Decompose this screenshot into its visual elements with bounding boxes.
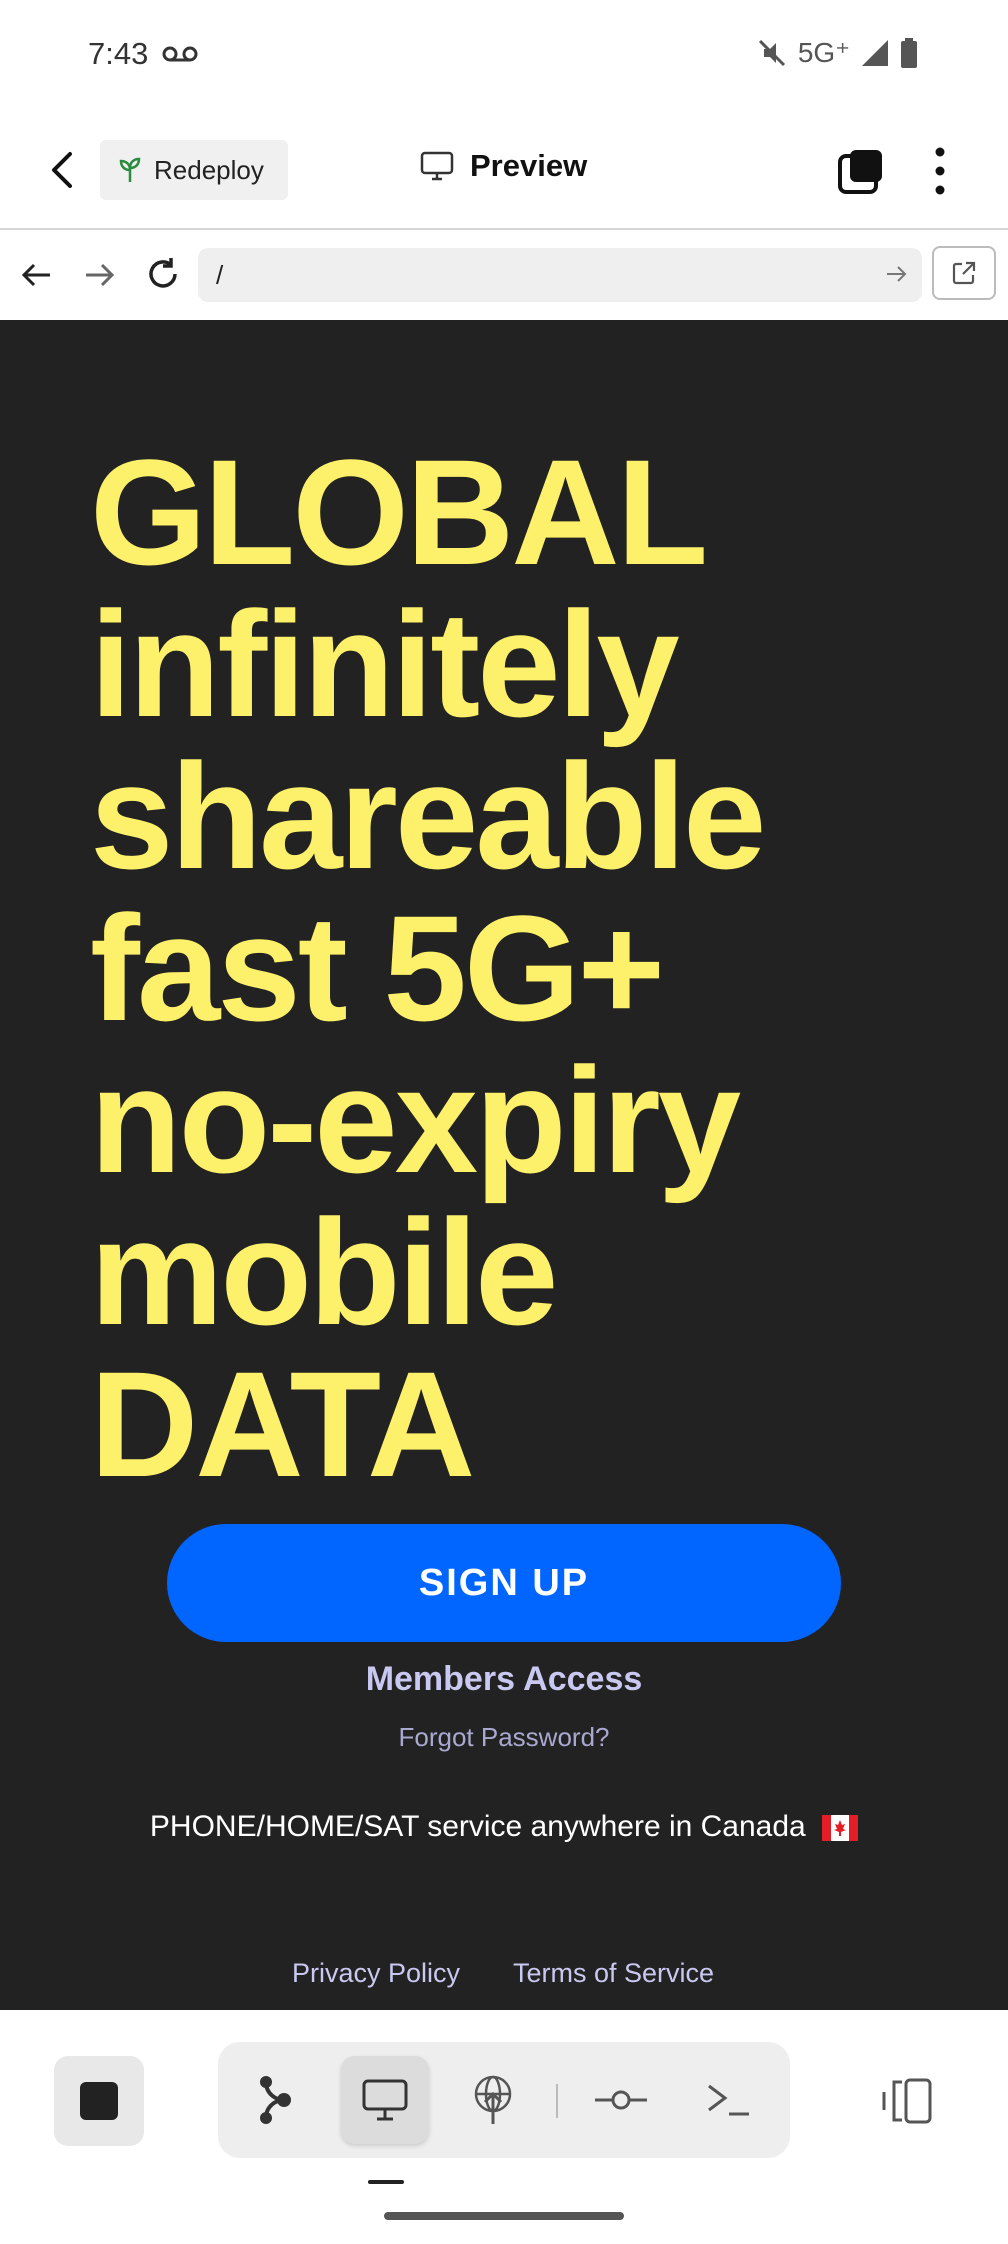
monitor-icon bbox=[362, 2079, 408, 2121]
headline-line: no-expiry bbox=[90, 1036, 741, 1204]
signal-icon bbox=[862, 39, 888, 66]
terms-of-service-link[interactable]: Terms of Service bbox=[513, 1958, 714, 1989]
workflow-icon bbox=[260, 2076, 291, 2124]
headline-line: fast 5G+ bbox=[90, 884, 665, 1052]
privacy-policy-link[interactable]: Privacy Policy bbox=[292, 1958, 460, 1989]
open-external-icon bbox=[952, 261, 976, 285]
voicemail-icon bbox=[162, 46, 198, 62]
terminal-icon bbox=[708, 2084, 749, 2116]
active-tab-indicator bbox=[368, 2180, 404, 2184]
preview-label: Preview bbox=[470, 148, 588, 183]
mute-icon bbox=[758, 39, 785, 66]
service-text: PHONE/HOME/SAT service anywhere in Canad… bbox=[0, 1810, 1008, 1844]
headline-line: infinitely bbox=[90, 580, 680, 748]
members-access-link[interactable]: Members Access bbox=[0, 1660, 1008, 1699]
network-button[interactable] bbox=[449, 2056, 537, 2144]
service-label: PHONE/HOME/SAT service anywhere in Canad… bbox=[149, 1810, 806, 1843]
status-icons: 5G⁺ bbox=[756, 36, 918, 69]
headline-line: GLOBAL bbox=[90, 428, 708, 596]
tool-divider bbox=[556, 2084, 558, 2118]
network-icon bbox=[474, 2075, 512, 2124]
sign-up-button[interactable]: SIGN UP bbox=[167, 1524, 841, 1642]
battery-icon bbox=[901, 37, 917, 68]
url-text: / bbox=[216, 259, 224, 290]
headline-line: DATA bbox=[90, 1340, 475, 1508]
headline-line: mobile bbox=[90, 1188, 558, 1356]
side-panel-icon[interactable] bbox=[880, 2076, 936, 2126]
sprout-icon bbox=[119, 157, 141, 182]
go-arrow-icon[interactable] bbox=[884, 262, 908, 286]
monitor-icon bbox=[420, 151, 454, 181]
arrow-left-icon[interactable] bbox=[20, 258, 54, 292]
status-time: 7:43 bbox=[88, 36, 149, 71]
tabs-icon[interactable] bbox=[838, 148, 884, 194]
stop-icon bbox=[80, 2082, 118, 2120]
preview-tool-button[interactable] bbox=[341, 2056, 429, 2144]
commit-icon bbox=[595, 2090, 647, 2110]
arrow-right-icon[interactable] bbox=[82, 258, 116, 292]
forgot-password-link[interactable]: Forgot Password? bbox=[0, 1722, 1008, 1753]
preview-title[interactable]: Preview bbox=[420, 148, 587, 184]
stop-button[interactable] bbox=[54, 2056, 144, 2146]
back-icon[interactable] bbox=[44, 148, 82, 192]
home-gesture-bar[interactable] bbox=[384, 2212, 624, 2220]
workflow-button[interactable] bbox=[232, 2056, 320, 2144]
url-input[interactable]: / bbox=[198, 248, 922, 302]
header-divider bbox=[0, 228, 1008, 230]
reload-icon[interactable] bbox=[144, 255, 182, 293]
network-type: 5G⁺ bbox=[797, 37, 850, 68]
terminal-button[interactable] bbox=[685, 2056, 773, 2144]
commit-button[interactable] bbox=[577, 2056, 665, 2144]
headline-line: shareable bbox=[90, 732, 766, 900]
canada-flag-icon bbox=[822, 1815, 859, 1842]
more-vert-icon[interactable] bbox=[930, 146, 950, 196]
hero-headline: GLOBAL infinitely shareable fast 5G+ no-… bbox=[90, 436, 990, 1500]
redeploy-label: Redeploy bbox=[154, 154, 264, 185]
redeploy-button[interactable]: Redeploy bbox=[100, 140, 288, 200]
open-external-button[interactable] bbox=[932, 246, 996, 300]
